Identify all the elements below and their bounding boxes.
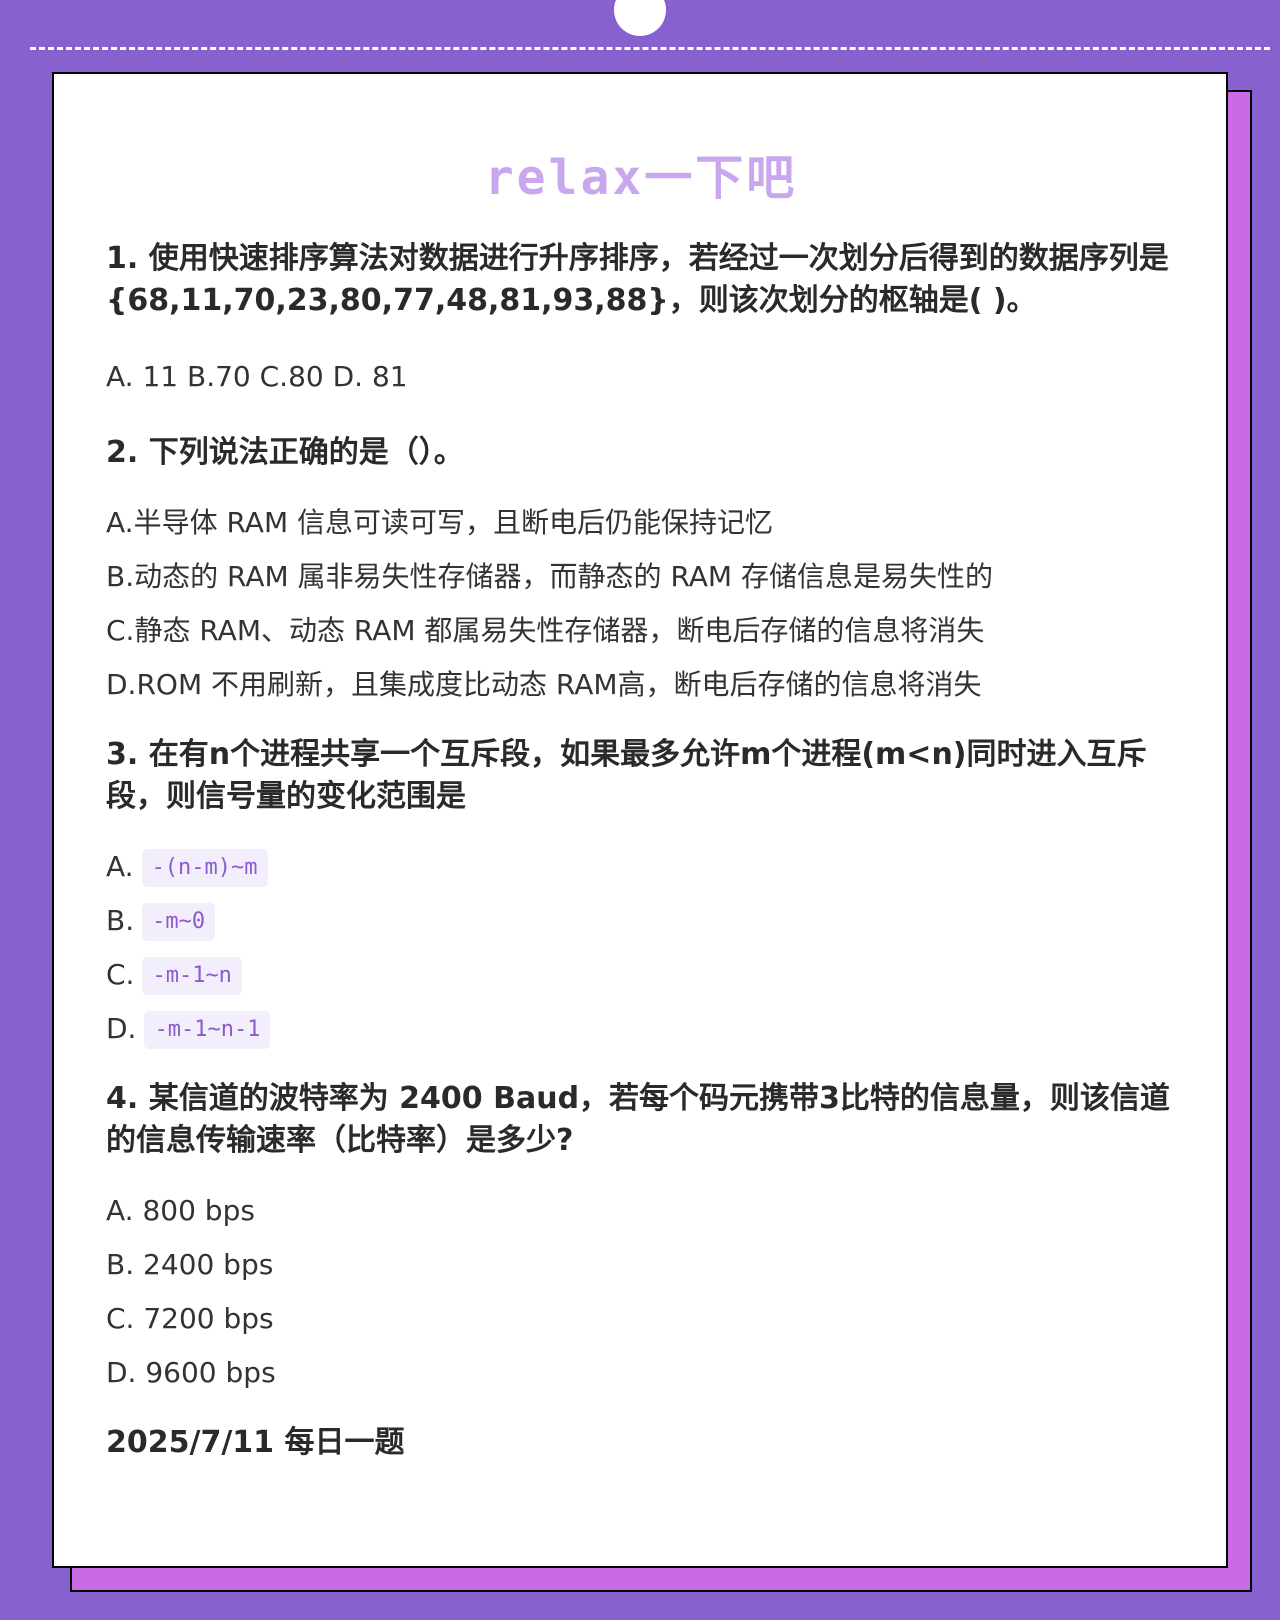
- option-label: C.: [106, 958, 135, 991]
- option-d: D. 9600 bps: [106, 1356, 276, 1389]
- question-1-options: A. 11 B.70 C.80 D. 81: [106, 360, 408, 393]
- option-label: A.: [106, 850, 134, 883]
- option-d: D.ROM 不用刷新，且集成度比动态 RAM高，断电后存储的信息将消失: [106, 668, 982, 701]
- option-label: B.: [106, 904, 135, 937]
- punch-hole-decoration: [614, 0, 666, 36]
- option-b: B. -m~0: [106, 894, 1176, 948]
- option-a: A. 800 bps: [106, 1194, 255, 1227]
- quiz-card: relax一下吧 1. 使用快速排序算法对数据进行升序排序，若经过一次划分后得到…: [52, 72, 1228, 1568]
- dashed-divider: [30, 47, 1270, 50]
- option-a: A.半导体 RAM 信息可读可写，且断电后仍能保持记忆: [106, 506, 773, 539]
- option-code: -m-1~n: [142, 957, 242, 995]
- option-a: A. -(n-m)~m: [106, 840, 1176, 894]
- option-code: -(n-m)~m: [141, 849, 268, 887]
- question-4-options: A. 800 bps B. 2400 bps C. 7200 bps D. 96…: [106, 1184, 1176, 1400]
- question-2: 2. 下列说法正确的是（）。: [106, 435, 464, 470]
- option-c: C. -m-1~n: [106, 948, 1176, 1002]
- option-c: C.静态 RAM、动态 RAM 都属易失性存储器，断电后存储的信息将消失: [106, 614, 985, 647]
- quiz-content: relax一下吧 1. 使用快速排序算法对数据进行升序排序，若经过一次划分后得到…: [106, 148, 1176, 1464]
- footer-date-label: 2025/7/11 每日一题: [106, 1425, 405, 1460]
- option-d: D. -m-1~n-1: [106, 1002, 1176, 1056]
- option-b: B. 2400 bps: [106, 1248, 274, 1281]
- question-2-options: A.半导体 RAM 信息可读可写，且断电后仍能保持记忆 B.动态的 RAM 属非…: [106, 496, 1176, 712]
- option-label: D.: [106, 1012, 137, 1045]
- question-3-options: A. -(n-m)~m B. -m~0 C. -m-1~n D. -m-1~n-1: [106, 840, 1176, 1056]
- page-title: relax一下吧: [484, 150, 798, 206]
- question-1: 1. 使用快速排序算法对数据进行升序排序，若经过一次划分后得到的数据序列是 {6…: [106, 241, 1169, 318]
- option-c: C. 7200 bps: [106, 1302, 274, 1335]
- question-3: 3. 在有n个进程共享一个互斥段，如果最多允许m个进程(m<n)同时进入互斥段，…: [106, 737, 1147, 814]
- question-4: 4. 某信道的波特率为 2400 Baud，若每个码元携带3比特的信息量，则该信…: [106, 1081, 1170, 1158]
- option-code: -m-1~n-1: [144, 1011, 271, 1049]
- option-b: B.动态的 RAM 属非易失性存储器，而静态的 RAM 存储信息是易失性的: [106, 560, 993, 593]
- option-code: -m~0: [142, 903, 216, 941]
